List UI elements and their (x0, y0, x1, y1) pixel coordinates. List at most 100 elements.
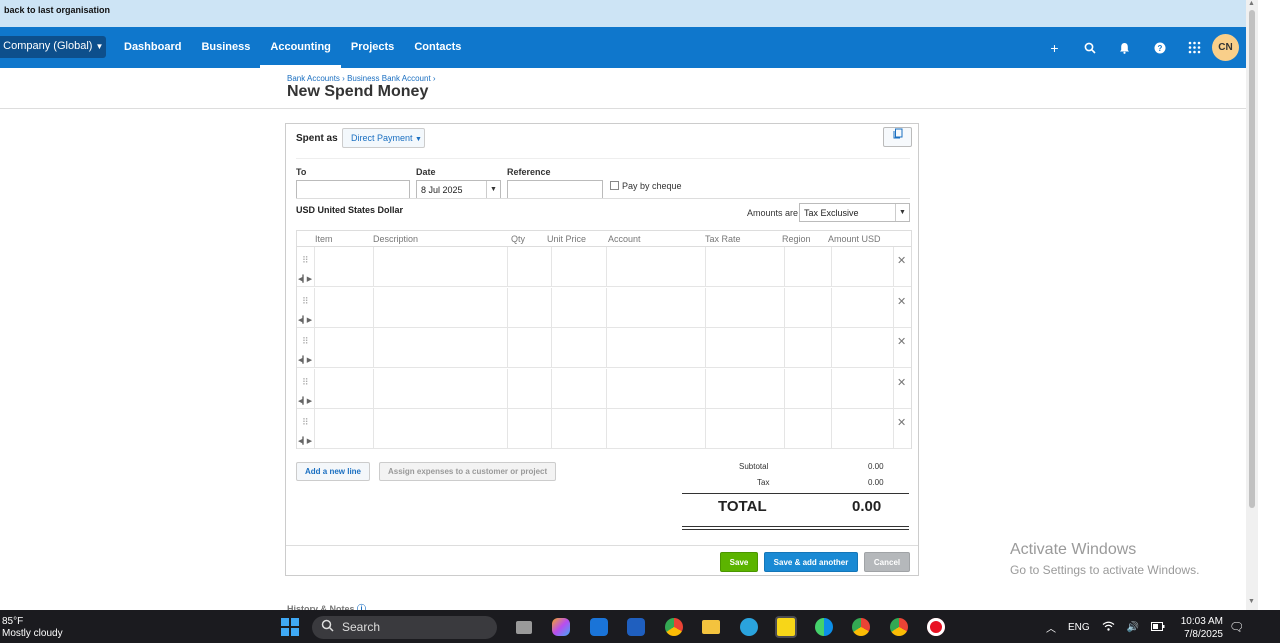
apps-grid-icon[interactable] (1177, 27, 1212, 68)
amounts-are-value: Tax Exclusive (804, 208, 859, 218)
table-header: Item Description Qty Unit Price Account … (297, 231, 911, 247)
delete-row-icon[interactable]: ✕ (897, 416, 906, 429)
drag-handle-icon[interactable]: ⠿ (302, 256, 309, 265)
copilot-icon[interactable] (543, 614, 581, 640)
calendar-dropdown-icon[interactable]: ▼ (486, 181, 500, 198)
checkbox-icon[interactable] (610, 181, 619, 190)
app-icon[interactable] (618, 614, 656, 640)
sticky-notes-icon[interactable] (768, 614, 806, 640)
reference-input[interactable] (507, 180, 603, 199)
language-indicator[interactable]: ENG (1068, 622, 1090, 633)
battery-icon[interactable] (1151, 621, 1165, 634)
delete-row-icon[interactable]: ✕ (897, 295, 906, 308)
column-divider (784, 368, 785, 409)
svg-text:?: ? (1157, 44, 1162, 53)
breadcrumb-separator: › (432, 74, 436, 83)
outlook-icon[interactable] (580, 614, 618, 640)
save-and-add-another-button[interactable]: Save & add another (764, 552, 858, 572)
window-edge (1258, 0, 1280, 610)
spent-as-dropdown[interactable]: Direct Payment ▼ (342, 128, 425, 148)
notification-icon[interactable]: 🗨 (1229, 620, 1244, 634)
col-account: Account (608, 234, 641, 244)
column-divider (373, 328, 374, 368)
column-divider (784, 409, 785, 449)
nav-accounting[interactable]: Accounting (260, 27, 341, 68)
nav-contacts[interactable]: Contacts (404, 27, 471, 68)
resize-arrows-icon[interactable]: ◀▎▶ (298, 275, 312, 283)
to-input[interactable] (296, 180, 410, 199)
edge-icon[interactable] (805, 614, 843, 640)
form-footer: Save Save & add another Cancel (286, 545, 918, 576)
clock-time: 10:03 AM (1180, 616, 1223, 627)
nav-business[interactable]: Business (191, 27, 260, 68)
amounts-are-dropdown[interactable]: Tax Exclusive ▼ (799, 203, 910, 222)
assign-expenses-button[interactable]: Assign expenses to a customer or project (379, 462, 557, 481)
col-qty: Qty (511, 234, 526, 244)
nav-dashboard[interactable]: Dashboard (114, 27, 191, 68)
search-icon[interactable] (1072, 27, 1107, 68)
column-divider (551, 328, 552, 368)
scroll-down-icon[interactable]: ▼ (1248, 598, 1255, 605)
breadcrumb-bank-accounts[interactable]: Bank Accounts (287, 74, 340, 83)
resize-arrows-icon[interactable]: ◀▎▶ (298, 316, 312, 324)
pay-by-cheque-checkbox[interactable]: Pay by cheque (610, 181, 682, 191)
table-row[interactable]: ⠿ ◀▎▶ ✕ (297, 368, 911, 409)
divider (296, 198, 910, 199)
drag-handle-icon[interactable]: ⠿ (302, 418, 309, 427)
resize-arrows-icon[interactable]: ◀▎▶ (298, 356, 312, 364)
windows-start-icon[interactable] (281, 618, 299, 636)
scroll-thumb[interactable] (1249, 10, 1255, 508)
save-button[interactable]: Save (720, 552, 758, 572)
org-switcher[interactable]: o Company (Global) ▼ (0, 36, 106, 58)
telegram-icon[interactable] (730, 614, 768, 640)
plus-icon[interactable]: + (1037, 27, 1072, 68)
file-explorer-icon[interactable] (693, 614, 731, 640)
tax-value: 0.00 (868, 478, 884, 487)
table-row[interactable]: ⠿ ◀▎▶ ✕ (297, 328, 911, 368)
taskbar-search[interactable]: Search (312, 616, 497, 639)
bell-icon[interactable] (1107, 27, 1142, 68)
wifi-icon[interactable] (1102, 621, 1115, 634)
delete-row-icon[interactable]: ✕ (897, 254, 906, 267)
volume-icon[interactable]: 🔊 (1127, 622, 1139, 633)
resize-arrows-icon[interactable]: ◀▎▶ (298, 397, 312, 405)
resize-arrows-icon[interactable]: ◀▎▶ (298, 437, 312, 445)
drag-handle-icon[interactable]: ⠿ (302, 337, 309, 346)
record-icon[interactable] (918, 614, 956, 640)
total-divider (682, 493, 909, 494)
chrome-icon[interactable] (655, 614, 693, 640)
chrome-profile-icon[interactable] (843, 614, 881, 640)
back-to-last-org-link[interactable]: back to last organisation (4, 5, 110, 15)
chevron-up-icon[interactable]: ︿ (1046, 620, 1056, 635)
copy-icon[interactable] (883, 127, 912, 147)
chrome-profile-icon[interactable] (880, 614, 918, 640)
help-icon[interactable]: ? (1142, 27, 1177, 68)
column-divider (893, 368, 894, 409)
table-row[interactable]: ⠿ ◀▎▶ ✕ (297, 287, 911, 328)
weather-widget[interactable]: 85°F Mostly cloudy (2, 616, 63, 640)
scroll-up-icon[interactable]: ▲ (1248, 0, 1255, 7)
breadcrumb-business-bank-account[interactable]: Business Bank Account (347, 74, 431, 83)
col-description: Description (373, 234, 419, 244)
add-new-line-button[interactable]: Add a new line (296, 462, 371, 481)
taskbar-clock[interactable]: 10:03 AM 7/8/2025 (1177, 615, 1223, 641)
date-input[interactable]: 8 Jul 2025 ▼ (416, 180, 501, 199)
cancel-button[interactable]: Cancel (864, 552, 910, 572)
drag-handle-icon[interactable]: ⠿ (302, 296, 309, 306)
page-scrollbar[interactable]: ▲ ▼ (1246, 0, 1258, 610)
nav-projects[interactable]: Projects (341, 27, 404, 68)
delete-row-icon[interactable]: ✕ (897, 376, 906, 389)
delete-row-icon[interactable]: ✕ (897, 335, 906, 348)
column-divider (314, 247, 315, 287)
user-avatar[interactable]: CN (1212, 34, 1239, 61)
column-divider (551, 287, 552, 328)
drag-handle-icon[interactable]: ⠿ (302, 377, 309, 387)
total-label: TOTAL (718, 498, 767, 515)
task-view-icon[interactable] (505, 614, 543, 640)
col-item: Item (315, 234, 333, 244)
table-row[interactable]: ⠿ ◀▎▶ ✕ (297, 247, 911, 287)
table-row[interactable]: ⠿ ◀▎▶ ✕ (297, 409, 911, 449)
system-tray: ︿ ENG 🔊 (1046, 620, 1165, 635)
nav-links: Dashboard Business Accounting Projects C… (114, 27, 471, 68)
column-divider (373, 247, 374, 287)
